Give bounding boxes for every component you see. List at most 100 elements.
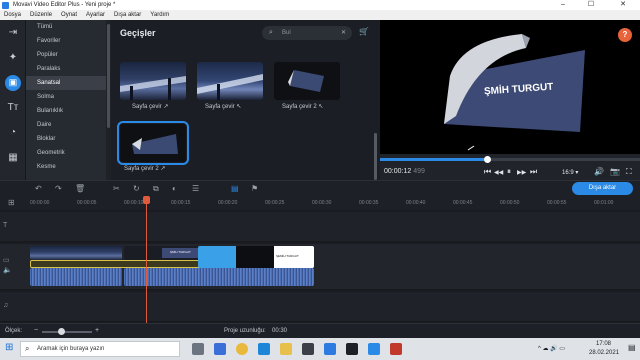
zoom-app-icon[interactable] — [214, 343, 226, 355]
category-item-selected[interactable]: Sanatsal — [26, 76, 106, 90]
add-track-icon[interactable]: ⊞ — [8, 198, 15, 207]
playhead[interactable] — [143, 196, 150, 323]
filters-tool[interactable]: ✦ — [0, 45, 26, 70]
duration-value: 00:30 — [272, 328, 288, 334]
category-item[interactable]: Solma — [26, 90, 106, 104]
store-icon[interactable] — [302, 343, 314, 355]
scale-label: Ölçek: — [5, 328, 23, 334]
transition-marker[interactable] — [30, 260, 216, 268]
pause-button[interactable]: ⏸ — [507, 167, 511, 177]
import-tool[interactable]: ⇥ — [0, 20, 26, 45]
menu-play[interactable]: Oynat — [61, 12, 77, 18]
transition-thumbnail-selected[interactable] — [117, 121, 189, 165]
video-clip[interactable] — [30, 246, 122, 260]
video-clip-audio[interactable] — [30, 268, 122, 286]
mute-icon[interactable]: 🔈 — [3, 266, 12, 274]
seek-handle[interactable] — [483, 156, 491, 163]
export-button[interactable]: Dışa aktar — [572, 182, 633, 195]
app-icon[interactable] — [368, 343, 380, 355]
category-item[interactable]: Bulanıklık — [26, 104, 106, 118]
more-tools[interactable]: ▦ — [0, 145, 26, 170]
category-item[interactable]: Favoriler — [26, 34, 106, 48]
timeline-ruler[interactable]: ⊞ 00:00:00 00:00:05 00:00:10 00:00:15 00:00:… — [0, 196, 640, 210]
fullscreen-icon[interactable]: ⛶ — [626, 167, 632, 177]
menu-help[interactable]: Yardım — [150, 12, 169, 18]
properties-icon[interactable]: ☰ — [192, 184, 199, 193]
crop-icon[interactable]: ⧉ — [153, 184, 159, 194]
snapshot-icon[interactable]: 📷 — [610, 167, 620, 176]
search-input[interactable]: ⌕ Bul ✕ — [262, 26, 352, 40]
volume-icon[interactable]: 🔊 — [594, 167, 604, 176]
movavi-taskbar-icon[interactable] — [346, 343, 358, 355]
maximize-button[interactable]: ☐ — [580, 0, 602, 10]
help-button[interactable]: ? — [618, 28, 632, 42]
rotate-icon[interactable]: ↻ — [133, 184, 140, 193]
transition-thumbnail[interactable] — [197, 62, 263, 100]
delete-icon[interactable]: 🗑 — [75, 184, 85, 193]
category-item[interactable]: Popüler — [26, 48, 106, 62]
marker-icon[interactable]: ⚑ — [251, 184, 258, 193]
category-item[interactable]: Paralaks — [26, 62, 106, 76]
close-button[interactable]: ✕ — [612, 0, 634, 10]
cart-icon[interactable]: 🛒 — [359, 27, 369, 36]
redo-icon[interactable]: ↷ — [55, 184, 62, 193]
clock-time: 17:08 — [596, 341, 612, 347]
playhead-handle[interactable] — [143, 196, 150, 204]
zoom-out-icon[interactable]: − — [34, 327, 38, 334]
windows-start-icon[interactable]: ⊞ — [5, 342, 13, 353]
undo-icon[interactable]: ↶ — [35, 184, 42, 193]
step-forward-button[interactable]: ▶▶ — [517, 169, 526, 176]
search-icon: ⌕ — [25, 344, 30, 353]
titles-tool[interactable]: Tт — [0, 95, 26, 120]
menu-edit[interactable]: Düzenle — [30, 12, 52, 18]
transition-thumbnail[interactable] — [120, 62, 186, 100]
aspect-ratio-select[interactable]: 16:9 ▾ — [562, 169, 578, 176]
file-explorer-icon[interactable] — [280, 343, 292, 355]
scrollbar-thumb[interactable] — [107, 24, 110, 128]
stickers-icon: ◔ — [9, 127, 17, 138]
panel-title: Geçişler — [120, 28, 156, 38]
status-bar: Ölçek: − + Proje uzunluğu: 00:30 — [0, 323, 640, 338]
search-placeholder: Bul — [282, 30, 291, 36]
category-item[interactable]: Kesme — [26, 160, 106, 174]
category-item[interactable]: Bloklar — [26, 132, 106, 146]
mail-icon[interactable] — [324, 343, 336, 355]
title-clip[interactable]: ŞMİH TURGUT — [124, 246, 198, 260]
task-view-icon[interactable] — [192, 343, 204, 355]
zoom-in-icon[interactable]: + — [95, 327, 99, 334]
menu-file[interactable]: Dosya — [4, 12, 21, 18]
next-clip-button[interactable]: ⏭ — [530, 167, 537, 177]
menu-export[interactable]: Dışa aktar — [114, 12, 141, 18]
menu-settings[interactable]: Ayarlar — [86, 12, 105, 18]
clip-effects-icon[interactable]: ▤ — [231, 184, 239, 193]
title-clip[interactable]: ŞEMİH TURGUT — [198, 246, 314, 268]
stickers-tool[interactable]: ◔ — [0, 120, 26, 145]
app-icon[interactable] — [390, 343, 402, 355]
zoom-handle[interactable] — [58, 328, 65, 335]
transition-thumbnail[interactable] — [274, 62, 340, 100]
cut-icon[interactable]: ✂ — [113, 184, 120, 193]
ruler-tick-label: 00:00:45 — [453, 200, 473, 206]
step-back-button[interactable]: ◀◀ — [494, 169, 503, 176]
category-item[interactable]: Geometrik — [26, 146, 106, 160]
clear-icon[interactable]: ✕ — [341, 26, 346, 40]
minimize-button[interactable]: – — [552, 0, 574, 10]
chrome-icon[interactable] — [236, 343, 248, 355]
panel-scrollbar[interactable] — [374, 133, 377, 180]
edge-icon[interactable] — [258, 343, 270, 355]
system-tray[interactable]: ^ ☁ 🔊 ▭ — [538, 345, 565, 352]
transitions-tool[interactable]: ▣ — [0, 70, 26, 95]
ruler-tick-label: 00:00:15 — [171, 200, 191, 206]
zoom-slider[interactable] — [42, 328, 92, 335]
category-item[interactable]: Daire — [26, 118, 106, 132]
color-adjust-icon[interactable]: ◐ — [172, 184, 177, 193]
prev-clip-button[interactable]: ⏮ — [484, 167, 491, 177]
category-item[interactable]: Tümü — [26, 20, 106, 34]
notifications-icon[interactable]: ▤ — [628, 343, 636, 352]
text-track: T — [0, 212, 640, 242]
preview-screen[interactable]: ŞMİH TURGUT ? — [380, 20, 640, 154]
app-icon — [2, 1, 9, 9]
audio-clip[interactable] — [124, 268, 314, 286]
taskbar-search[interactable]: ⌕ Aramak için buraya yazın — [20, 341, 180, 357]
seek-bar[interactable] — [380, 156, 640, 163]
